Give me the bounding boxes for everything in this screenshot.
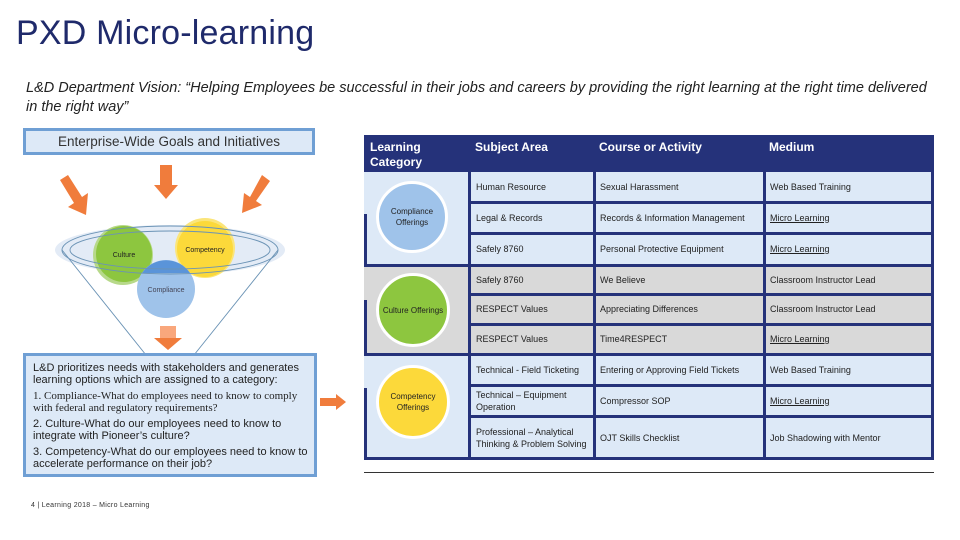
arrow-down-bottom-icon — [154, 338, 182, 350]
table-cell-course: Entering or Approving Field Tickets — [600, 364, 740, 375]
info-intro: L&D prioritizes needs with stakeholders … — [33, 362, 299, 386]
culture-offerings-badge: Culture Offerings — [376, 273, 450, 347]
row-divider — [364, 264, 934, 267]
header-subject-area: Subject Area — [475, 140, 548, 154]
arrow-down-left-icon — [60, 175, 88, 215]
footer-text: 4 | Learning 2018 – Micro Learning — [31, 502, 150, 509]
table-cell-subject: Technical – Equipment Operation — [476, 389, 567, 412]
table-cell-subject: RESPECT Values — [476, 334, 548, 344]
table-header: Learning Category Subject Area Course or… — [364, 135, 934, 172]
competency-offerings-badge: Competency Offerings — [376, 365, 450, 439]
culture-label: Culture — [113, 252, 136, 259]
table-cell-course: Personal Protective Equipment — [600, 244, 724, 254]
column-divider — [364, 388, 367, 459]
table-cell-medium: Web Based Training — [770, 364, 851, 375]
table-cell-medium: Job Shadowing with Mentor — [770, 432, 881, 443]
goals-box: Enterprise-Wide Goals and Initiatives — [23, 128, 315, 155]
row-divider — [468, 384, 934, 387]
table-cell-course: We Believe — [600, 274, 646, 285]
table-cell-course: Records & Information Management — [600, 212, 745, 223]
table-cell-subject: Professional – Analytical Thinking & Pro… — [476, 426, 587, 449]
arrow-down-center-icon — [154, 185, 178, 199]
table-cell-medium: Classroom Instructor Lead — [770, 304, 876, 314]
row-divider — [468, 201, 934, 204]
micro-learning-link[interactable]: Micro Learning — [766, 202, 932, 233]
column-divider — [364, 214, 367, 265]
arrow-down-center-bar — [160, 165, 172, 187]
row-divider — [468, 293, 934, 296]
row-divider — [468, 323, 934, 326]
table-cell-subject: Legal & Records — [476, 212, 543, 223]
compliance-offerings-badge: Compliance Offerings — [376, 181, 448, 253]
row-divider — [364, 353, 934, 356]
category-info-box: L&D prioritizes needs with stakeholders … — [23, 353, 317, 477]
row-divider — [468, 415, 934, 418]
table-cell-medium: Classroom Instructor Lead — [770, 274, 876, 285]
page-title: PXD Micro-learning — [16, 14, 315, 52]
table-cell-course: Time4RESPECT — [600, 334, 668, 344]
table-cell-subject: Human Resource — [476, 182, 547, 192]
group-competency: Competency Offerings Technical - Field T… — [364, 354, 934, 459]
micro-learning-link[interactable]: Micro Learning — [766, 233, 932, 265]
funnel-diagram: Culture Competency Compliance — [55, 165, 285, 364]
row-divider — [364, 457, 934, 460]
arrow-down-right-icon — [242, 175, 270, 213]
arrow-right-icon — [320, 394, 346, 410]
column-divider — [364, 300, 367, 354]
row-divider — [468, 232, 934, 235]
vision-statement: L&D Department Vision: “Helping Employee… — [26, 80, 927, 115]
table-cell-subject: Safely 8760 — [476, 274, 524, 285]
compliance-label: Compliance — [148, 287, 185, 294]
table-cell-subject: Technical - Field Ticketing — [476, 364, 580, 375]
header-medium: Medium — [769, 140, 815, 154]
competency-label: Competency — [185, 247, 225, 254]
table-cell-course: Appreciating Differences — [600, 304, 698, 314]
table-cell-course: OJT Skills Checklist — [600, 432, 680, 443]
table-cell-subject: Safely 8760 — [476, 244, 524, 254]
header-learning-category: Learning Category — [370, 140, 423, 169]
group-culture: Culture Offerings Safely 8760 We Believe… — [364, 265, 934, 354]
info-compliance: 1. Compliance-What do employees need to … — [33, 390, 298, 414]
table-cell-subject: RESPECT Values — [476, 304, 548, 314]
bottom-rule — [364, 472, 934, 473]
table-cell-course: Compressor SOP — [600, 395, 671, 406]
table-cell-course: Sexual Harassment — [600, 182, 679, 192]
info-culture: 2. Culture-What do our employees need to… — [33, 418, 282, 442]
header-course: Course or Activity — [599, 140, 702, 154]
micro-learning-link[interactable]: Micro Learning — [766, 324, 932, 354]
info-competency: 3. Competency-What do our employees need… — [33, 446, 308, 470]
micro-learning-link[interactable]: Micro Learning — [766, 385, 932, 416]
group-compliance: Compliance Offerings Human Resource Sexu… — [364, 172, 934, 265]
table-cell-medium: Web Based Training — [770, 182, 851, 192]
